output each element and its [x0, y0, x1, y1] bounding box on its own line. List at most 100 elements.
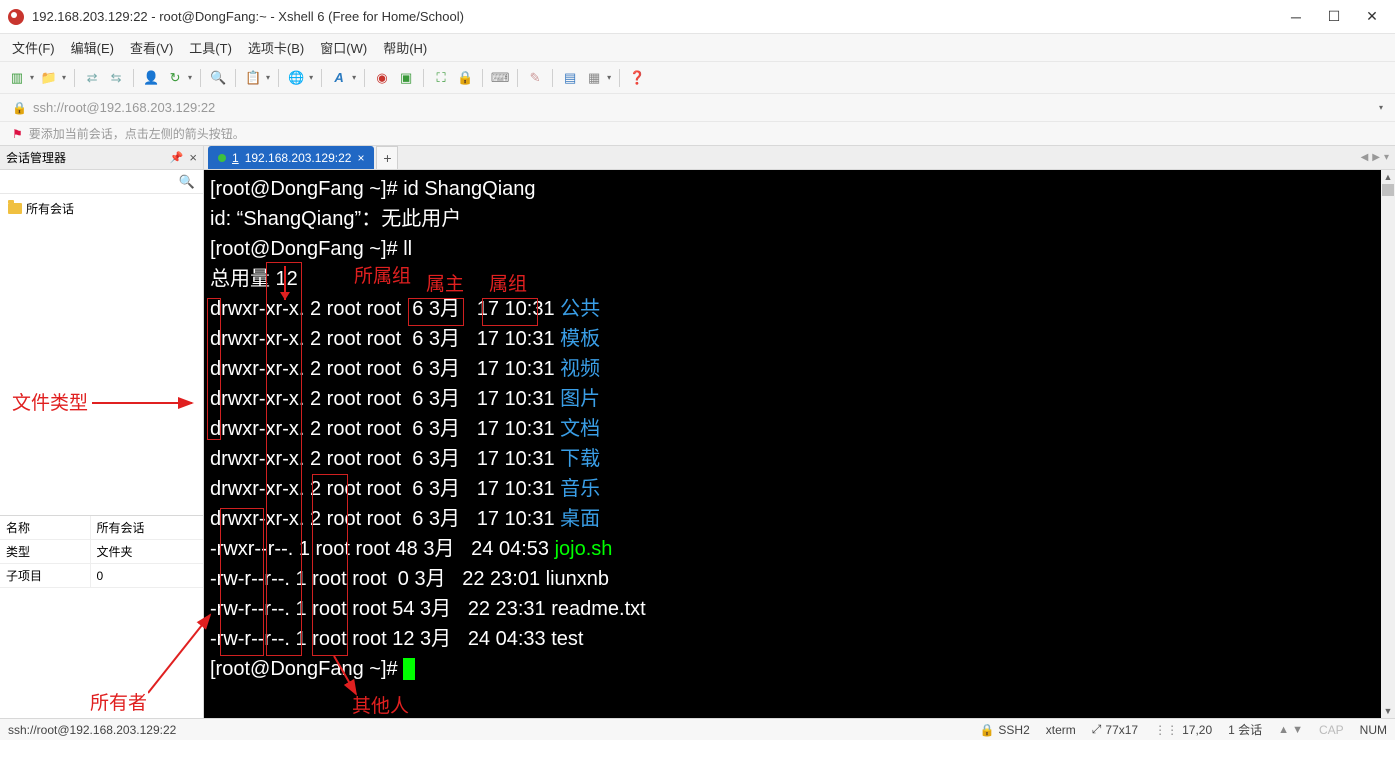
search-small-icon: 🔍 [179, 174, 195, 190]
copy-icon[interactable]: 📋 [244, 69, 262, 87]
tab-list-icon[interactable]: ▾ [1384, 152, 1389, 163]
list-item: drwxr-xr-x. 2 root root 6 3月 17 10:31 图片 [210, 384, 1389, 414]
list-item: drwxr-xr-x. 2 root root 6 3月 17 10:31 文档 [210, 414, 1389, 444]
menu-file[interactable]: 文件(F) [12, 38, 55, 57]
list-item: drwxr-xr-x. 2 root root 6 3月 17 10:31 下载 [210, 444, 1389, 474]
sidebar-search[interactable]: 🔍 [0, 170, 203, 194]
sidebar-close-icon[interactable]: × [189, 150, 197, 165]
sidebar-title: 会话管理器 [6, 149, 170, 166]
tab-close-icon[interactable]: × [357, 151, 364, 165]
toolbar: ▥▾ 📁▾ ⇄ ⇆ 👤 ↻▾ 🔍 📋▾ 🌐▾ A▾ ◉ ▣ ⛶ 🔒 ⌨ ✎ ▤ … [0, 62, 1395, 94]
list-item: -rwxr--r--. 1 root root 48 3月 24 04:53 j… [210, 534, 1389, 564]
sidebar-header: 会话管理器 📌 × [0, 146, 203, 170]
terminal[interactable]: [root@DongFang ~]# id ShangQiang id: “Sh… [204, 170, 1395, 718]
title-bar: 192.168.203.129:22 - root@DongFang:~ - X… [0, 0, 1395, 34]
hint-text: 要添加当前会话，点击左侧的箭头按钮。 [29, 125, 245, 142]
status-sess: 1 会话 [1228, 721, 1262, 738]
status-bar: ssh://root@192.168.203.129:22 🔒SSH2 xter… [0, 718, 1395, 740]
scroll-down-icon[interactable]: ▼ [1381, 704, 1395, 718]
menu-window[interactable]: 窗口(W) [320, 38, 367, 57]
hint-bar: ⚑ 要添加当前会话，点击左侧的箭头按钮。 [0, 122, 1395, 146]
address-bar[interactable]: 🔒 ssh://root@192.168.203.129:22 ▾ [0, 94, 1395, 122]
list-item: drwxr-xr-x. 2 root root 6 3月 17 10:31 模板 [210, 324, 1389, 354]
lock-icon[interactable]: 🔒 [456, 69, 474, 87]
list-item: -rw-r--r--. 1 root root 12 3月 24 04:33 t… [210, 624, 1389, 654]
search-icon[interactable]: 🔍 [209, 69, 227, 87]
prop-type-val: 文件夹 [90, 540, 203, 564]
new-tab-button[interactable]: + [376, 146, 398, 169]
tree-root-label: 所有会话 [26, 200, 74, 217]
highlight-icon[interactable]: ✎ [526, 69, 544, 87]
status-url: ssh://root@192.168.203.129:22 [8, 723, 963, 737]
lock-small-icon: 🔒 [12, 101, 27, 115]
annotation-owner: 所有者 [90, 688, 147, 715]
scroll-thumb[interactable] [1382, 184, 1394, 196]
flag-icon: ⚑ [12, 127, 23, 141]
new-session-icon[interactable]: ▥ [8, 69, 26, 87]
status-term: xterm [1046, 723, 1076, 737]
list-item: drwxr-xr-x. 2 root root 6 3月 17 10:31 桌面 [210, 504, 1389, 534]
close-button[interactable]: ✕ [1365, 10, 1379, 24]
prop-name-val: 所有会话 [90, 516, 203, 540]
list-item: drwxr-xr-x. 2 root root 6 3月 17 10:31 公共 [210, 294, 1389, 324]
user-icon[interactable]: 👤 [142, 69, 160, 87]
font-icon[interactable]: A [330, 69, 348, 87]
session-tree[interactable]: 所有会话 [0, 194, 203, 515]
panel2-icon[interactable]: ▦ [585, 69, 603, 87]
status-lock-icon: 🔒 [979, 723, 994, 737]
refresh-icon[interactable]: ↻ [166, 69, 184, 87]
pos-icon: ⋮⋮ [1154, 723, 1178, 737]
tab-prev-icon[interactable]: ◀ [1361, 152, 1369, 163]
tab-nav: ◀ ▶ ▾ [1355, 146, 1395, 169]
sidebar-properties: 名称所有会话 类型文件夹 子项目0 [0, 515, 203, 588]
minimize-button[interactable]: ─ [1289, 10, 1303, 24]
status-size: 77x17 [1105, 723, 1138, 737]
menu-help[interactable]: 帮助(H) [383, 38, 427, 57]
open-icon[interactable]: 📁 [40, 69, 58, 87]
prop-child-key: 子项目 [0, 564, 90, 588]
pin-icon[interactable]: 📌 [170, 151, 184, 164]
panel1-icon[interactable]: ▤ [561, 69, 579, 87]
window-title: 192.168.203.129:22 - root@DongFang:~ - X… [32, 9, 1289, 24]
address-url: ssh://root@192.168.203.129:22 [33, 100, 1379, 115]
tree-root-item[interactable]: 所有会话 [8, 198, 195, 219]
app-icon [8, 9, 24, 25]
tab-next-icon[interactable]: ▶ [1372, 152, 1380, 163]
maximize-button[interactable]: ☐ [1327, 10, 1341, 24]
tab-label: 192.168.203.129:22 [245, 151, 352, 165]
list-item: drwxr-xr-x. 2 root root 6 3月 17 10:31 音乐 [210, 474, 1389, 504]
globe-icon[interactable]: 🌐 [287, 69, 305, 87]
status-cap: CAP [1319, 723, 1344, 737]
resize-icon: ⤢ [1092, 722, 1102, 737]
link1-icon[interactable]: ⇄ [83, 69, 101, 87]
updown-icon[interactable]: ▲ ▼ [1278, 724, 1303, 736]
status-pos: 17,20 [1182, 723, 1212, 737]
status-num: NUM [1360, 723, 1387, 737]
menu-tools[interactable]: 工具(T) [189, 38, 232, 57]
list-item: drwxr-xr-x. 2 root root 6 3月 17 10:31 视频 [210, 354, 1389, 384]
help-icon[interactable]: ❓ [628, 69, 646, 87]
list-item: -rw-r--r--. 1 root root 0 3月 22 23:01 li… [210, 564, 1389, 594]
keyboard-icon[interactable]: ⌨ [491, 69, 509, 87]
content-area: 1 192.168.203.129:22 × + ◀ ▶ ▾ [root@Don… [204, 146, 1395, 718]
fullscreen-icon[interactable]: ⛶ [432, 69, 450, 87]
link2-icon[interactable]: ⇆ [107, 69, 125, 87]
window-controls: ─ ☐ ✕ [1289, 10, 1387, 24]
prop-type-key: 类型 [0, 540, 90, 564]
tab-strip: 1 192.168.203.129:22 × + ◀ ▶ ▾ [204, 146, 1395, 170]
menu-view[interactable]: 查看(V) [130, 38, 173, 57]
menu-tabs[interactable]: 选项卡(B) [248, 38, 304, 57]
red-dot-icon[interactable]: ◉ [373, 69, 391, 87]
session-tab[interactable]: 1 192.168.203.129:22 × [208, 146, 374, 169]
menu-edit[interactable]: 编辑(E) [71, 38, 114, 57]
list-item: -rw-r--r--. 1 root root 54 3月 22 23:31 r… [210, 594, 1389, 624]
scrollbar[interactable]: ▲ ▼ [1381, 170, 1395, 718]
green-play-icon[interactable]: ▣ [397, 69, 415, 87]
menu-bar: 文件(F) 编辑(E) 查看(V) 工具(T) 选项卡(B) 窗口(W) 帮助(… [0, 34, 1395, 62]
prop-name-key: 名称 [0, 516, 90, 540]
address-drop-icon[interactable]: ▾ [1379, 103, 1383, 112]
annotation-other: 其他人 [352, 692, 409, 718]
scroll-up-icon[interactable]: ▲ [1381, 170, 1395, 184]
folder-icon [8, 203, 22, 214]
status-dot-icon [218, 154, 226, 162]
